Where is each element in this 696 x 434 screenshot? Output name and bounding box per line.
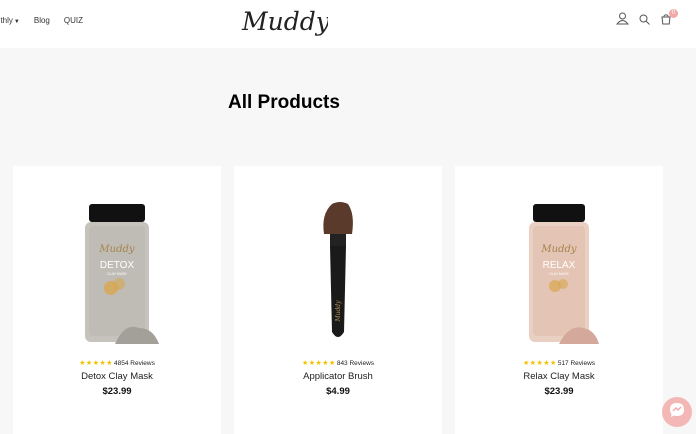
main-nav: nthly▼ Blog QUIZ bbox=[0, 16, 97, 25]
product-image[interactable]: Muddy DETOX CLAY MASK bbox=[67, 196, 167, 356]
product-card[interactable]: Muddy DETOX CLAY MASK ★★★★★4854 Reviews … bbox=[13, 166, 221, 434]
svg-text:Muddy: Muddy bbox=[241, 7, 328, 36]
star-rating-icon: ★★★★★ bbox=[522, 360, 557, 367]
user-icon[interactable] bbox=[615, 12, 630, 30]
svg-text:CLAY MASK: CLAY MASK bbox=[107, 272, 127, 276]
svg-text:Muddy: Muddy bbox=[335, 300, 342, 323]
product-rating: ★★★★★517 Reviews bbox=[455, 359, 663, 367]
search-icon[interactable] bbox=[639, 12, 650, 30]
product-grid: Muddy DETOX CLAY MASK ★★★★★4854 Reviews … bbox=[13, 166, 676, 434]
svg-text:CLAY MASK: CLAY MASK bbox=[549, 272, 569, 276]
review-count[interactable]: 4854 Reviews bbox=[114, 360, 155, 367]
product-name[interactable]: Applicator Brush bbox=[234, 371, 442, 382]
header-icons: 0 bbox=[606, 9, 678, 30]
product-image[interactable]: Muddy bbox=[288, 196, 388, 356]
product-rating: ★★★★★843 Reviews bbox=[234, 359, 442, 367]
product-price: $4.99 bbox=[326, 386, 350, 397]
nav-item-quiz[interactable]: QUIZ bbox=[64, 16, 83, 25]
product-card[interactable]: Muddy ★★★★★843 Reviews Applicator Brush … bbox=[234, 166, 442, 434]
product-price: $23.99 bbox=[544, 386, 574, 397]
svg-text:Muddy: Muddy bbox=[98, 244, 134, 255]
product-card[interactable]: Muddy RELAX CLAY MASK ★★★★★517 Reviews R… bbox=[455, 166, 663, 434]
page-title: All Products bbox=[228, 92, 340, 113]
product-image[interactable]: Muddy RELAX CLAY MASK bbox=[509, 196, 609, 356]
product-rating: ★★★★★4854 Reviews bbox=[13, 359, 221, 367]
product-price: $23.99 bbox=[102, 386, 132, 397]
messenger-chat-button[interactable] bbox=[662, 397, 692, 427]
svg-text:Muddy: Muddy bbox=[540, 244, 576, 255]
cart-count-badge: 0 bbox=[669, 9, 678, 18]
nav-item-monthly[interactable]: nthly▼ bbox=[0, 16, 20, 25]
brand-logo[interactable]: Muddy bbox=[236, 2, 328, 44]
star-rating-icon: ★★★★★ bbox=[79, 360, 114, 367]
nav-item-blog[interactable]: Blog bbox=[34, 16, 50, 25]
svg-text:DETOX: DETOX bbox=[100, 260, 135, 271]
cart-icon[interactable]: 0 bbox=[660, 9, 678, 30]
site-header: nthly▼ Blog QUIZ Muddy 0 bbox=[0, 0, 696, 48]
messenger-icon bbox=[668, 401, 686, 424]
review-count[interactable]: 843 Reviews bbox=[337, 360, 374, 367]
product-name[interactable]: Detox Clay Mask bbox=[13, 371, 221, 382]
product-name[interactable]: Relax Clay Mask bbox=[455, 371, 663, 382]
review-count[interactable]: 517 Reviews bbox=[558, 360, 595, 367]
svg-text:RELAX: RELAX bbox=[543, 260, 576, 271]
star-rating-icon: ★★★★★ bbox=[301, 360, 336, 367]
chevron-down-icon: ▼ bbox=[13, 19, 20, 25]
